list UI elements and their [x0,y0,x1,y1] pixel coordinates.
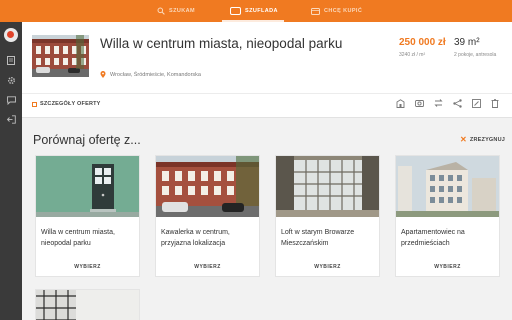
compare-card[interactable]: Kawalerka w centrum, przyjazna lokalizac… [155,155,260,277]
compare-card[interactable]: Willa w centrum miasta, nieopodal parku … [35,155,140,277]
chat-icon[interactable] [6,95,16,105]
choose-button[interactable]: WYBIERZ [276,264,379,270]
nav-buy-label: CHCĘ KUPIĆ [324,8,363,14]
listing-area: 39 m² [454,37,480,48]
search-icon [156,7,165,16]
nav-search[interactable]: SZUKAM [156,0,195,22]
card-image [276,156,379,217]
compare-card[interactable]: Loft w starym Browarze Mieszczańskim WYB… [275,155,380,277]
price-per-m2: 3240 zł / m² [399,52,426,58]
close-icon: ✕ [460,135,467,144]
card-image [36,156,139,217]
listing-header: Willa w centrum miasta, nieopodal parku … [22,22,512,118]
card-title: Willa w centrum miasta, nieopodal parku [41,229,115,247]
app-logo-icon[interactable] [4,28,18,42]
list-icon[interactable] [6,55,16,65]
compare-card[interactable]: Apartamentowiec na przedmieściach WYBIER… [395,155,500,277]
compare-card-partial[interactable] [35,289,140,320]
listing-price: 250 000 zł [399,37,446,48]
offer-details-button[interactable]: SZCZEGÓŁY OFERTY [32,101,101,107]
offer-details-label: SZCZEGÓŁY OFERTY [40,101,101,107]
area-block: 39 m² 2 pokoje, antresola [454,37,510,58]
card-title: Kawalerka w centrum, przyjazna lokalizac… [161,229,230,247]
sidebar [0,22,22,320]
trash-icon[interactable] [490,98,500,108]
choose-button[interactable]: WYBIERZ [36,264,139,270]
card-image [396,156,499,217]
drawer-icon [230,7,241,15]
listing-thumbnail[interactable] [32,35,89,77]
details-square-icon [32,101,37,107]
dismiss-label: ZREZYGNUJ [469,137,506,143]
edit-icon[interactable] [471,98,481,108]
compare-title: Porównaj ofertę z... [33,133,141,147]
dismiss-button[interactable]: ✕ ZREZYGNUJ [460,136,505,144]
nav-drawer[interactable]: SZUFLADA [230,0,278,22]
card-image [156,156,259,217]
header-divider [22,93,512,94]
nav-search-label: SZUKAM [169,8,195,14]
nav-drawer-label: SZUFLADA [245,8,278,14]
building-icon[interactable] [395,98,405,108]
share-icon[interactable] [452,98,462,108]
listing-actions [386,98,500,108]
card-title: Loft w starym Browarze Mieszczańskim [281,229,355,247]
logout-icon[interactable] [6,114,16,124]
camera-icon[interactable] [414,98,424,108]
listing-address-text: Wrocław, Śródmieście, Komandorska [110,71,201,78]
listing-address: Wrocław, Śródmieście, Komandorska [100,71,201,78]
gear-icon[interactable] [6,75,16,85]
listing-title: Willa w centrum miasta, nieopodal parku [100,36,343,51]
price-block: 250 000 zł 3240 zł / m² [399,37,454,58]
nav-buy[interactable]: CHCĘ KUPIĆ [311,0,362,22]
listing-rooms: 2 pokoje, antresola [454,52,497,58]
location-pin-icon [100,71,106,78]
card-title: Apartamentowiec na przedmieściach [401,229,465,247]
swap-icon[interactable] [433,98,443,108]
top-navigation-bar: SZUKAM SZUFLADA CHCĘ KUPIĆ [0,0,512,22]
wallet-icon [311,7,320,16]
choose-button[interactable]: WYBIERZ [156,264,259,270]
choose-button[interactable]: WYBIERZ [396,264,499,270]
